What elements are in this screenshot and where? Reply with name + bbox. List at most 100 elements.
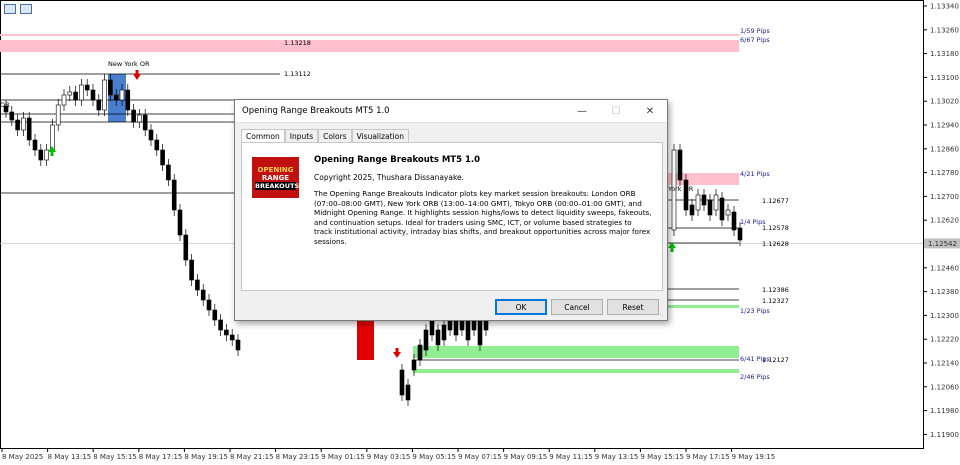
candle-body bbox=[206, 299, 212, 311]
candle-body bbox=[731, 211, 737, 231]
candle-body bbox=[183, 234, 189, 261]
x-axis-label: 8 May 19:15 bbox=[184, 453, 228, 461]
candle-body bbox=[61, 94, 67, 106]
session-label-york: York OR bbox=[667, 185, 694, 193]
pips-label: 4/21 Pips bbox=[740, 170, 770, 178]
close-icon[interactable]: ✕ bbox=[633, 100, 667, 122]
price-level-label: 1.12327 bbox=[762, 297, 789, 305]
candle-body bbox=[453, 319, 459, 336]
candle-body bbox=[154, 139, 160, 151]
product-description: The Opening Range Breakouts Indicator pl… bbox=[314, 189, 652, 246]
pips-label: 6/41 Pips bbox=[740, 355, 770, 363]
candle-body bbox=[119, 89, 125, 101]
y-axis-label: 1.12220 bbox=[930, 336, 959, 344]
x-axis-label: 8 May 2025 bbox=[2, 453, 43, 461]
candle-body bbox=[50, 124, 55, 151]
candle-body bbox=[171, 179, 177, 211]
candle-body bbox=[677, 149, 683, 181]
y-axis-label: 1.11900 bbox=[930, 431, 959, 439]
pips-label: 1/59 Pips bbox=[740, 27, 770, 35]
tab-colors[interactable]: Colors bbox=[318, 129, 352, 143]
product-title: Opening Range Breakouts MT5 1.0 bbox=[314, 155, 481, 165]
candle-body bbox=[44, 149, 49, 161]
candle-body bbox=[113, 94, 119, 101]
tab-inputs[interactable]: Inputs bbox=[284, 129, 319, 143]
maximize-icon[interactable]: ☐ bbox=[599, 100, 633, 122]
candle-body bbox=[108, 79, 113, 96]
minimize-icon[interactable]: — bbox=[565, 100, 599, 122]
y-axis-label: 1.12940 bbox=[930, 122, 959, 130]
candle-body bbox=[218, 319, 223, 331]
x-axis-label: 9 May 07:15 bbox=[458, 453, 502, 461]
candle-body bbox=[90, 89, 96, 101]
candle-body bbox=[707, 199, 713, 216]
x-axis-label: 9 May 15:15 bbox=[640, 453, 684, 461]
price-level-label: 1.13218 bbox=[284, 39, 311, 47]
green-zone-line bbox=[413, 369, 739, 373]
candle-body bbox=[212, 309, 218, 321]
candle-body bbox=[399, 369, 405, 396]
pink-zone bbox=[0, 40, 739, 52]
candle-body bbox=[200, 289, 206, 301]
candle-body bbox=[137, 114, 142, 123]
y-axis-label: 1.13180 bbox=[930, 50, 959, 58]
y-axis-label: 1.11980 bbox=[930, 407, 959, 415]
candle-body bbox=[102, 79, 107, 111]
y-axis-label: 1.12700 bbox=[930, 193, 959, 201]
chart-toolbar-icon-2[interactable] bbox=[20, 4, 32, 14]
y-axis-label: 1.12140 bbox=[930, 360, 959, 368]
candle-body bbox=[423, 329, 429, 351]
candle-body bbox=[96, 99, 102, 111]
y-axis-label: 1.12460 bbox=[930, 264, 959, 272]
chart-toolbar-icon[interactable] bbox=[4, 4, 16, 14]
price-level-label: 1.13112 bbox=[284, 70, 311, 78]
candle-body bbox=[477, 319, 483, 346]
tab-visualization[interactable]: Visualization bbox=[351, 129, 409, 143]
y-axis-label: 1.12780 bbox=[930, 169, 959, 177]
ok-button[interactable]: OK bbox=[495, 299, 547, 315]
x-axis-label: 9 May 09:15 bbox=[504, 453, 548, 461]
cancel-button[interactable]: Cancel bbox=[551, 299, 603, 315]
price-level-label: 1.12677 bbox=[762, 197, 789, 205]
y-axis-label: 1.12060 bbox=[930, 383, 959, 391]
session-label-new-york: New York OR bbox=[108, 60, 150, 68]
reset-button[interactable]: Reset bbox=[607, 299, 659, 315]
dialog-titlebar[interactable]: Opening Range Breakouts MT5 1.0 — ☐ ✕ bbox=[235, 100, 667, 123]
candle-body bbox=[224, 329, 229, 336]
candle-body bbox=[67, 91, 73, 96]
pips-label: 1/23 Pips bbox=[740, 307, 770, 315]
candle-body bbox=[195, 279, 200, 291]
x-axis-label: 9 May 11:15 bbox=[549, 453, 593, 461]
candle-body bbox=[125, 89, 131, 111]
y-axis-label: 1.13260 bbox=[930, 26, 959, 34]
candle-body bbox=[701, 194, 707, 206]
candle-body bbox=[725, 209, 731, 216]
candle-body bbox=[166, 164, 171, 181]
x-axis-label: 9 May 01:15 bbox=[321, 453, 365, 461]
x-axis-label: 8 May 15:15 bbox=[93, 453, 137, 461]
pips-label: 1/4 Pips bbox=[740, 218, 766, 226]
candle-body bbox=[9, 111, 15, 121]
dialog-tabs: Common Inputs Colors Visualization bbox=[235, 123, 667, 143]
tab-common[interactable]: Common bbox=[241, 129, 285, 143]
candle-body bbox=[73, 91, 78, 101]
green-zone bbox=[413, 346, 739, 358]
logo-line-1: OPENING bbox=[257, 165, 294, 174]
candle-body bbox=[229, 334, 235, 341]
logo-line-2: RANGE bbox=[261, 173, 290, 182]
price-level-label: 1.12628 bbox=[762, 240, 789, 248]
candle-body bbox=[32, 139, 38, 151]
candle-body bbox=[131, 109, 136, 123]
candle-body bbox=[441, 324, 447, 341]
y-axis-label: 1.12620 bbox=[930, 217, 959, 225]
x-axis-label: 8 May 17:15 bbox=[139, 453, 183, 461]
session-label-or: OR bbox=[0, 101, 10, 109]
candle-body bbox=[79, 84, 84, 101]
logo-line-3: BREAKOUTS bbox=[255, 181, 300, 190]
candle-body bbox=[689, 204, 695, 216]
resize-grip-icon[interactable]: ⋱ bbox=[657, 310, 665, 318]
candle-body bbox=[177, 209, 183, 236]
pips-label: 6/67 Pips bbox=[740, 36, 770, 44]
copyright-text: Copyright 2025, Thushara Dissanayake. bbox=[314, 173, 465, 182]
candle-body bbox=[429, 319, 435, 336]
